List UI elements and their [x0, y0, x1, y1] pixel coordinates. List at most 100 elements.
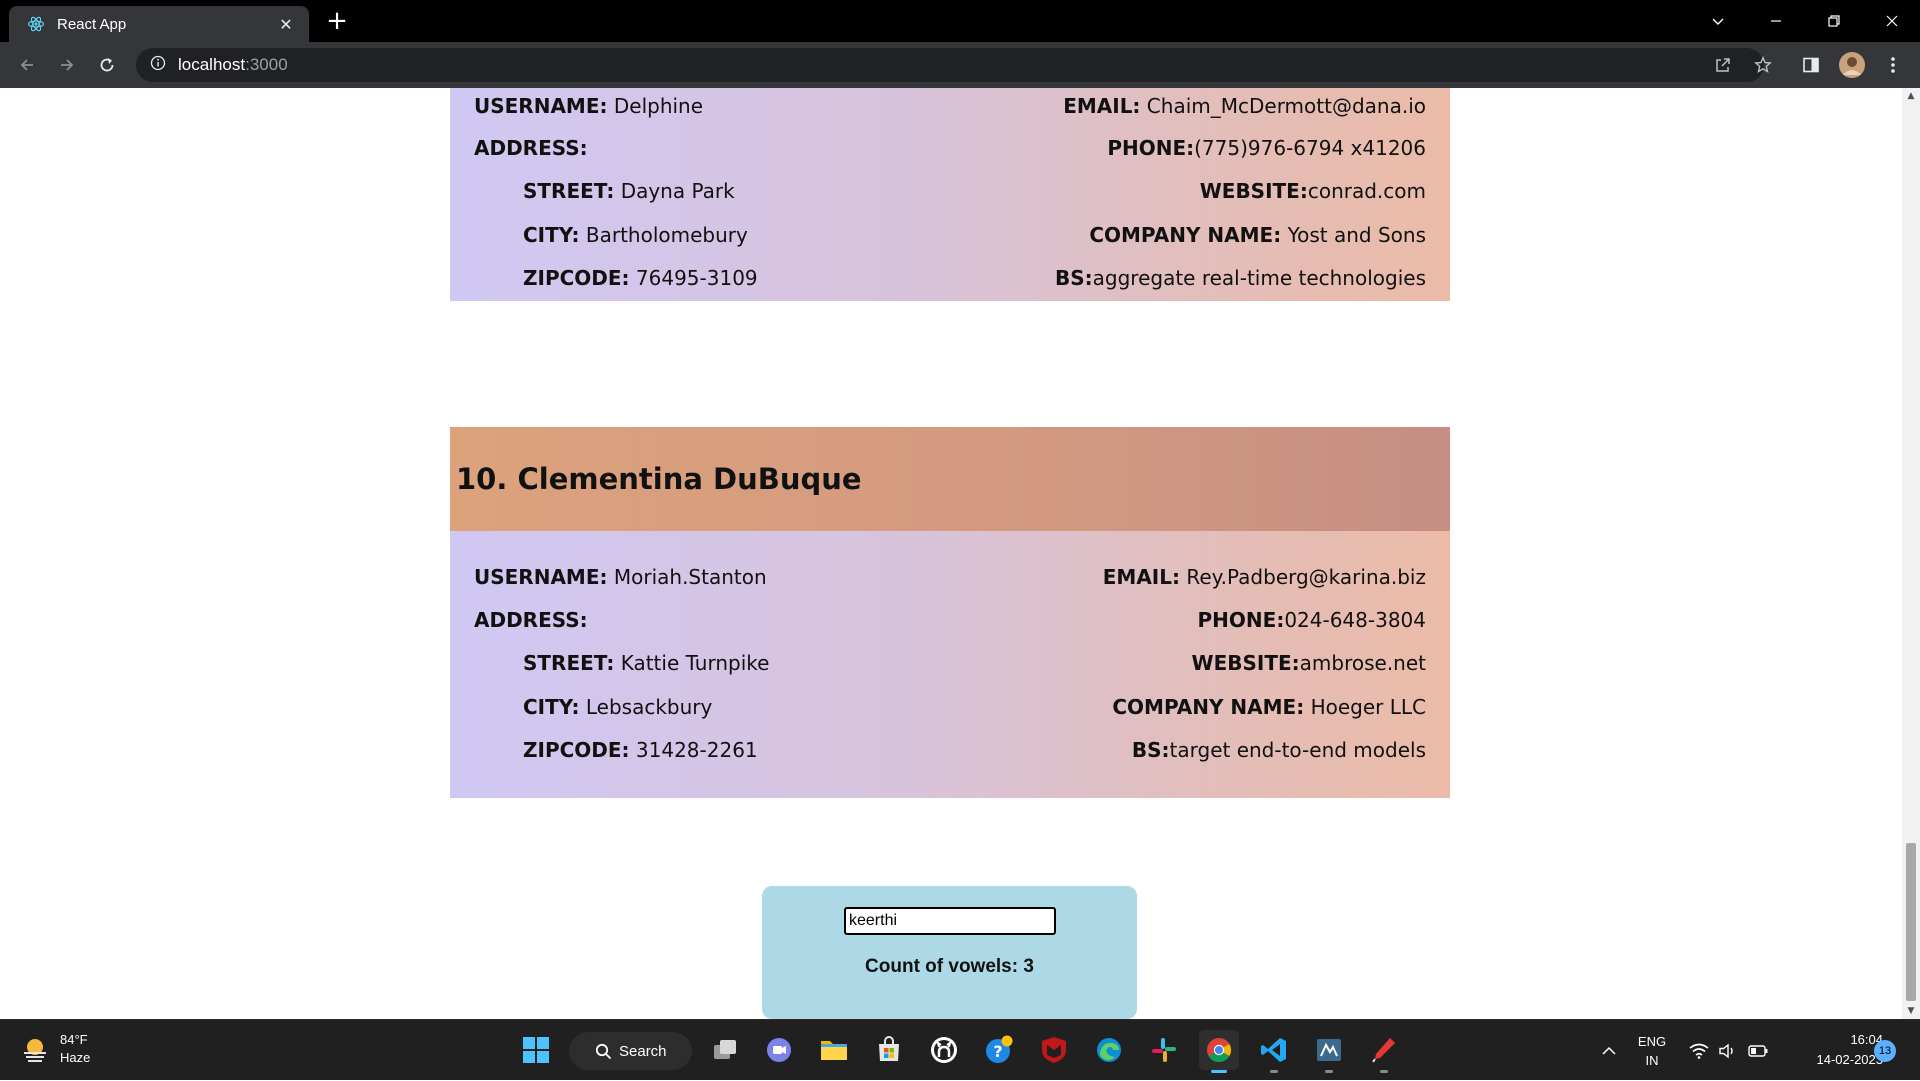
folder-icon: [821, 1041, 847, 1060]
github-app-button[interactable]: [924, 1030, 964, 1070]
website-value: conrad.com: [1307, 179, 1426, 203]
city-row: CITY: Bartholomebury: [523, 223, 748, 247]
restore-button[interactable]: [1806, 0, 1862, 42]
street-label: STREET:: [523, 179, 615, 203]
weather-description: Haze: [60, 1050, 91, 1065]
email-row: EMAIL: Chaim_McDermott@dana.io: [1063, 94, 1426, 118]
phone-value: (775)976-6794 x41206: [1194, 136, 1426, 160]
clock-time: 16:04: [1850, 1032, 1883, 1047]
close-window-button[interactable]: [1864, 0, 1920, 42]
task-view-button[interactable]: [705, 1030, 745, 1070]
weather-temperature: 84°F: [60, 1032, 88, 1047]
vowel-text-input[interactable]: [844, 907, 1056, 935]
email-label: EMAIL:: [1063, 94, 1141, 118]
address-row: ADDRESS:: [474, 136, 588, 160]
user-card: 10. Clementina DuBuque USERNAME: Moriah.…: [450, 427, 1450, 798]
new-tab-button[interactable]: +: [322, 7, 352, 35]
weather-widget[interactable]: 84°F Haze: [20, 1031, 90, 1067]
side-panel-icon[interactable]: [1797, 51, 1825, 79]
browser-titlebar: React App ✕ +: [0, 0, 1920, 42]
workbench-icon: [1317, 1039, 1341, 1061]
forward-button[interactable]: [52, 51, 82, 79]
tab-title: React App: [57, 15, 127, 33]
company-row: COMPANY NAME: Yost and Sons: [1089, 223, 1426, 247]
address-bar[interactable]: localhost:3000: [136, 48, 1764, 82]
more-menu-icon[interactable]: [1879, 51, 1907, 79]
phone-label: PHONE:: [1197, 608, 1285, 632]
tab-search-icon[interactable]: [1690, 0, 1746, 42]
company-row: COMPANY NAME: Hoeger LLC: [1112, 695, 1426, 719]
email-row: EMAIL: Rey.Padberg@karina.biz: [1103, 565, 1426, 589]
bs-value: target end-to-end models: [1169, 738, 1426, 762]
react-logo-icon: [27, 15, 45, 33]
bs-value: aggregate real-time technologies: [1092, 266, 1426, 290]
taskbar-search[interactable]: Search: [569, 1032, 692, 1070]
zipcode-row: ZIPCODE: 31428-2261: [523, 738, 758, 762]
phone-row: PHONE:024-648-3804: [1198, 608, 1426, 632]
teams-chat-button[interactable]: [759, 1030, 799, 1070]
volume-icon[interactable]: [1714, 1020, 1740, 1081]
bookmark-star-icon[interactable]: [1749, 51, 1777, 79]
url-port: :3000: [245, 55, 288, 74]
mysql-workbench-button[interactable]: [1309, 1030, 1349, 1073]
wifi-icon[interactable]: [1686, 1020, 1712, 1081]
username-label: USERNAME:: [474, 94, 608, 118]
file-explorer-button[interactable]: [814, 1030, 854, 1070]
zipcode-row: ZIPCODE: 76495-3109: [523, 266, 758, 290]
street-row: STREET: Kattie Turnpike: [523, 651, 769, 675]
scroll-down-arrow-icon[interactable]: ▼: [1902, 1003, 1920, 1019]
email-value: Rey.Padberg@karina.biz: [1186, 565, 1426, 589]
phone-label: PHONE:: [1107, 136, 1195, 160]
scroll-up-arrow-icon[interactable]: ▲: [1902, 88, 1920, 104]
pen-app-button[interactable]: [1364, 1030, 1404, 1073]
notification-badge[interactable]: 13: [1874, 1040, 1896, 1062]
microsoft-store-button[interactable]: [869, 1030, 909, 1070]
page-viewport: USERNAME: Delphine ADDRESS: STREET: Dayn…: [0, 88, 1902, 1019]
address-row: ADDRESS:: [474, 608, 588, 632]
scroll-thumb[interactable]: [1906, 843, 1916, 1001]
back-button[interactable]: [12, 51, 42, 79]
get-help-button[interactable]: ?: [979, 1030, 1019, 1070]
city-value: Lebsackbury: [585, 695, 713, 719]
mcafee-button[interactable]: [1034, 1030, 1074, 1070]
username-row: USERNAME: Delphine: [474, 94, 703, 118]
vowel-count-label: Count of vowels:: [865, 956, 1019, 977]
minimize-button[interactable]: [1748, 0, 1804, 42]
city-label: CITY:: [523, 223, 580, 247]
email-label: EMAIL:: [1102, 565, 1180, 589]
username-label: USERNAME:: [474, 565, 608, 589]
zipcode-value: 76495-3109: [635, 266, 758, 290]
username-row: USERNAME: Moriah.Stanton: [474, 565, 767, 589]
company-label: COMPANY NAME:: [1089, 223, 1282, 247]
street-row: STREET: Dayna Park: [523, 179, 735, 203]
browser-tab[interactable]: React App ✕: [9, 6, 309, 42]
reload-button[interactable]: [92, 51, 122, 79]
slack-button[interactable]: [1144, 1030, 1184, 1070]
edge-browser-button[interactable]: [1089, 1030, 1129, 1070]
edge-icon: [1097, 1038, 1121, 1062]
region-code: IN: [1645, 1053, 1659, 1068]
zipcode-label: ZIPCODE:: [523, 738, 630, 762]
page-scrollbar[interactable]: ▲ ▼: [1902, 88, 1920, 1019]
battery-icon[interactable]: [1745, 1020, 1771, 1081]
system-clock[interactable]: 16:04 14-02-2023: [1783, 1030, 1884, 1070]
site-info-icon[interactable]: [150, 55, 166, 75]
vscode-button[interactable]: [1254, 1030, 1294, 1073]
slack-icon: [1152, 1038, 1176, 1062]
company-value: Hoeger LLC: [1310, 695, 1426, 719]
active-app-indicator: [1211, 1070, 1227, 1073]
bs-row: BS:aggregate real-time technologies: [1055, 266, 1426, 290]
svg-text:?: ?: [993, 1042, 1002, 1061]
user-card-body: USERNAME: Moriah.Stanton ADDRESS: STREET…: [450, 531, 1450, 798]
start-button[interactable]: [516, 1030, 556, 1070]
share-icon[interactable]: [1709, 51, 1737, 79]
tab-close-icon[interactable]: ✕: [275, 15, 297, 34]
store-icon: [879, 1036, 899, 1061]
input-language[interactable]: ENG IN: [1632, 1032, 1672, 1070]
user-card-header: 10. Clementina DuBuque: [450, 427, 1450, 531]
website-value: ambrose.net: [1299, 651, 1426, 675]
github-icon: [931, 1037, 957, 1063]
profile-avatar[interactable]: [1838, 51, 1866, 79]
show-hidden-icons[interactable]: [1596, 1020, 1622, 1081]
chrome-button[interactable]: [1199, 1030, 1239, 1073]
